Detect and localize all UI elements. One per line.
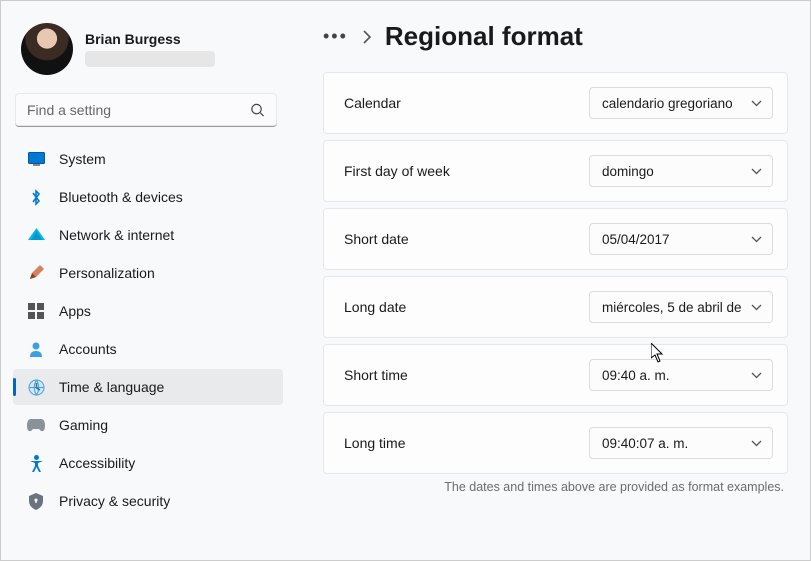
nav-label: Accounts [59, 341, 117, 357]
nav: System Bluetooth & devices Network & int… [13, 141, 283, 519]
short-time-dropdown[interactable]: 09:40 a. m. [589, 359, 773, 391]
nav-accounts[interactable]: Accounts [13, 331, 283, 367]
footer-note: The dates and times above are provided a… [323, 480, 788, 494]
first-day-dropdown[interactable]: domingo [589, 155, 773, 187]
setting-label: Short date [344, 231, 409, 247]
nav-label: Time & language [59, 379, 164, 395]
nav-personalization[interactable]: Personalization [13, 255, 283, 291]
dropdown-value: 09:40:07 a. m. [602, 436, 751, 451]
breadcrumb-chevron-icon[interactable] [362, 30, 371, 44]
long-date-dropdown[interactable]: miércoles, 5 de abril de [589, 291, 773, 323]
network-icon [27, 226, 45, 244]
setting-label: Short time [344, 367, 408, 383]
personalization-icon [27, 264, 45, 282]
dropdown-value: calendario gregoriano [602, 96, 751, 111]
nav-apps[interactable]: Apps [13, 293, 283, 329]
nav-gaming[interactable]: Gaming [13, 407, 283, 443]
nav-label: Privacy & security [59, 493, 170, 509]
privacy-icon [27, 492, 45, 510]
chevron-down-icon [751, 304, 762, 311]
nav-label: Network & internet [59, 227, 174, 243]
gaming-icon [27, 416, 45, 434]
breadcrumb-more-icon[interactable]: ••• [323, 26, 348, 47]
main-content: ••• Regional format Calendar calendario … [291, 1, 810, 560]
chevron-down-icon [751, 372, 762, 379]
nav-time-language[interactable]: Time & language [13, 369, 283, 405]
search-icon [250, 103, 265, 118]
nav-label: Accessibility [59, 455, 135, 471]
nav-accessibility[interactable]: Accessibility [13, 445, 283, 481]
bluetooth-icon [27, 188, 45, 206]
time-language-icon [27, 378, 45, 396]
page-title: Regional format [385, 21, 583, 52]
setting-long-date: Long date miércoles, 5 de abril de [323, 276, 788, 338]
dropdown-value: 09:40 a. m. [602, 368, 751, 383]
settings-list: Calendar calendario gregoriano First day… [323, 72, 788, 474]
setting-label: Calendar [344, 95, 401, 111]
nav-bluetooth[interactable]: Bluetooth & devices [13, 179, 283, 215]
dropdown-value: miércoles, 5 de abril de [602, 300, 751, 315]
profile-name: Brian Burgess [85, 31, 215, 47]
chevron-down-icon [751, 168, 762, 175]
setting-calendar: Calendar calendario gregoriano [323, 72, 788, 134]
accounts-icon [27, 340, 45, 358]
search-input[interactable] [15, 93, 277, 127]
setting-long-time: Long time 09:40:07 a. m. [323, 412, 788, 474]
nav-privacy[interactable]: Privacy & security [13, 483, 283, 519]
setting-label: Long date [344, 299, 406, 315]
chevron-down-icon [751, 236, 762, 243]
setting-first-day: First day of week domingo [323, 140, 788, 202]
apps-icon [27, 302, 45, 320]
setting-short-date: Short date 05/04/2017 [323, 208, 788, 270]
chevron-down-icon [751, 440, 762, 447]
nav-label: Bluetooth & devices [59, 189, 183, 205]
calendar-dropdown[interactable]: calendario gregoriano [589, 87, 773, 119]
nav-label: Gaming [59, 417, 108, 433]
accessibility-icon [27, 454, 45, 472]
short-date-dropdown[interactable]: 05/04/2017 [589, 223, 773, 255]
dropdown-value: domingo [602, 164, 751, 179]
nav-network[interactable]: Network & internet [13, 217, 283, 253]
avatar [21, 23, 73, 75]
nav-label: Apps [59, 303, 91, 319]
setting-label: Long time [344, 435, 405, 451]
nav-label: System [59, 151, 106, 167]
search-container [15, 93, 277, 127]
profile-subtext-redacted [85, 51, 215, 67]
sidebar: Brian Burgess System Bluetooth & devi [1, 1, 291, 560]
dropdown-value: 05/04/2017 [602, 232, 751, 247]
profile[interactable]: Brian Burgess [13, 19, 283, 89]
header: ••• Regional format [323, 21, 788, 52]
setting-label: First day of week [344, 163, 450, 179]
nav-label: Personalization [59, 265, 155, 281]
chevron-down-icon [751, 100, 762, 107]
nav-system[interactable]: System [13, 141, 283, 177]
setting-short-time: Short time 09:40 a. m. [323, 344, 788, 406]
system-icon [27, 150, 45, 168]
long-time-dropdown[interactable]: 09:40:07 a. m. [589, 427, 773, 459]
